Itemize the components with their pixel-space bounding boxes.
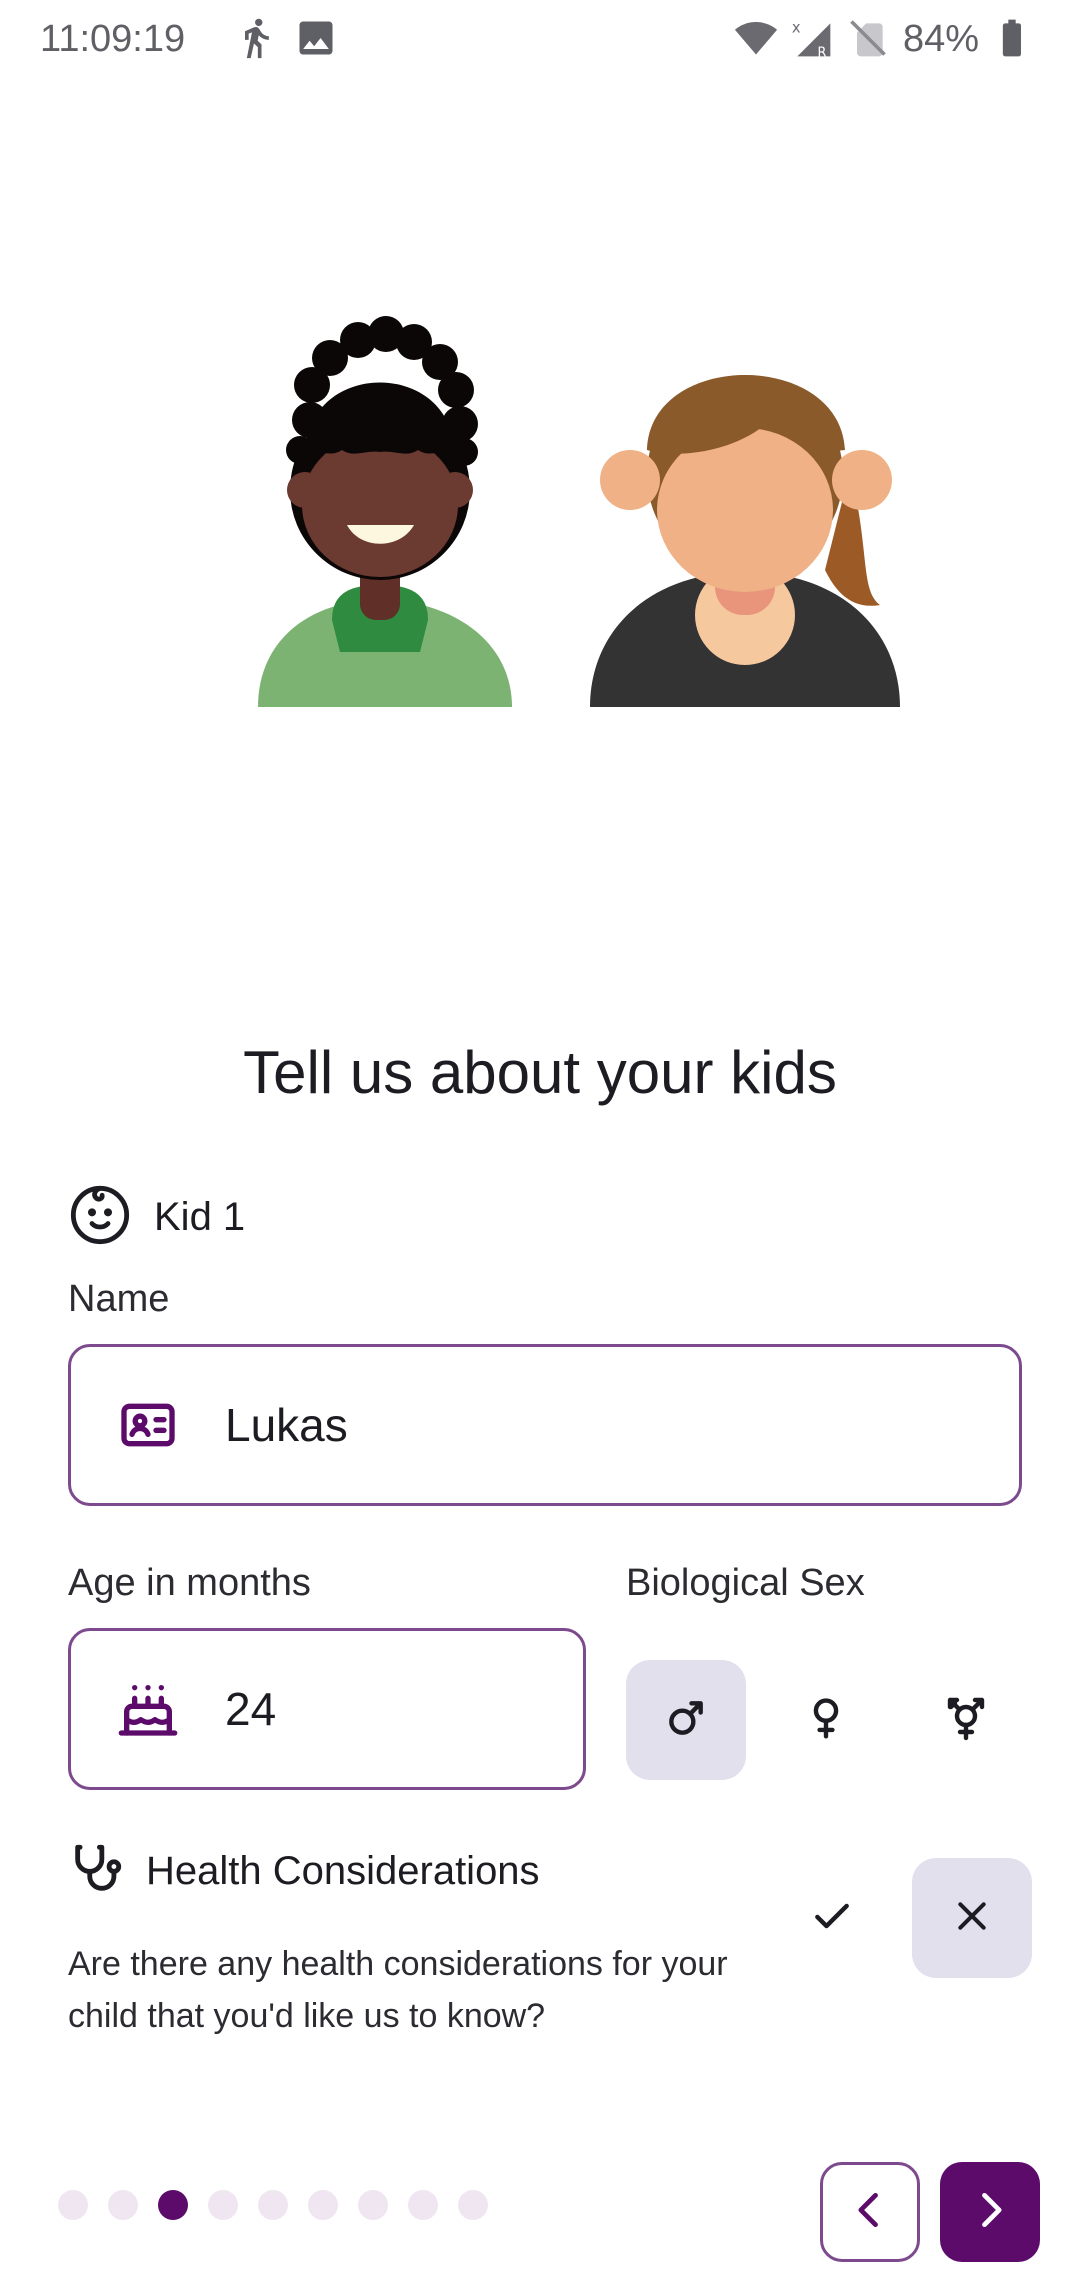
name-label: Name xyxy=(68,1278,170,1320)
step-dot xyxy=(58,2190,88,2220)
baby-face-icon xyxy=(68,1183,132,1252)
no-sim-icon xyxy=(846,16,890,60)
birthday-cake-icon xyxy=(115,1676,181,1742)
close-icon xyxy=(952,1896,992,1941)
battery-percentage: 84% xyxy=(903,18,980,60)
step-dot xyxy=(258,2190,288,2220)
status-bar: 11:09:19 xR 84% xyxy=(0,0,1080,80)
stethoscope-icon xyxy=(68,1840,126,1903)
age-field[interactable]: 24 xyxy=(68,1628,586,1790)
chevron-right-icon xyxy=(968,2188,1012,2237)
status-time: 11:09:19 xyxy=(40,18,186,60)
id-card-icon xyxy=(115,1392,181,1458)
sex-male-button[interactable] xyxy=(626,1660,746,1780)
age-input-value: 24 xyxy=(225,1683,277,1735)
next-button[interactable] xyxy=(940,2162,1040,2262)
age-label: Age in months xyxy=(68,1562,311,1604)
step-indicator xyxy=(58,2190,508,2220)
health-header: Health Considerations xyxy=(68,1840,540,1903)
kids-illustration xyxy=(250,300,910,720)
step-dot xyxy=(308,2190,338,2220)
step-dot xyxy=(458,2190,488,2220)
image-icon xyxy=(294,16,338,60)
step-dot-active xyxy=(158,2190,188,2220)
name-input-value: Lukas xyxy=(225,1399,348,1451)
transgender-symbol-icon xyxy=(942,1694,990,1747)
svg-text:R: R xyxy=(818,45,827,60)
walking-icon xyxy=(234,16,278,60)
battery-icon xyxy=(990,16,1034,60)
wifi-icon xyxy=(734,16,778,60)
sex-intersex-button[interactable] xyxy=(906,1660,1026,1780)
chevron-left-icon xyxy=(848,2188,892,2237)
sex-female-button[interactable] xyxy=(766,1660,886,1780)
health-no-button[interactable] xyxy=(912,1858,1032,1978)
cell-signal-icon: xR xyxy=(790,16,834,60)
step-dot xyxy=(208,2190,238,2220)
page-title: Tell us about your kids xyxy=(243,1039,837,1106)
health-description: Are there any health considerations for … xyxy=(68,1945,728,2035)
kid-label: Kid 1 xyxy=(154,1194,246,1239)
female-symbol-icon xyxy=(804,1696,848,1745)
health-yes-button[interactable] xyxy=(772,1858,892,1978)
name-field[interactable]: Lukas xyxy=(68,1344,1022,1506)
male-symbol-icon xyxy=(664,1696,708,1745)
step-dot xyxy=(408,2190,438,2220)
step-dot xyxy=(358,2190,388,2220)
health-title: Health Considerations xyxy=(146,1849,540,1893)
previous-button[interactable] xyxy=(820,2162,920,2262)
step-dot xyxy=(108,2190,138,2220)
kid-header: Kid 1 xyxy=(68,1182,245,1252)
biological-sex-label: Biological Sex xyxy=(626,1562,865,1604)
check-icon xyxy=(810,1894,854,1943)
svg-text:x: x xyxy=(792,20,801,37)
